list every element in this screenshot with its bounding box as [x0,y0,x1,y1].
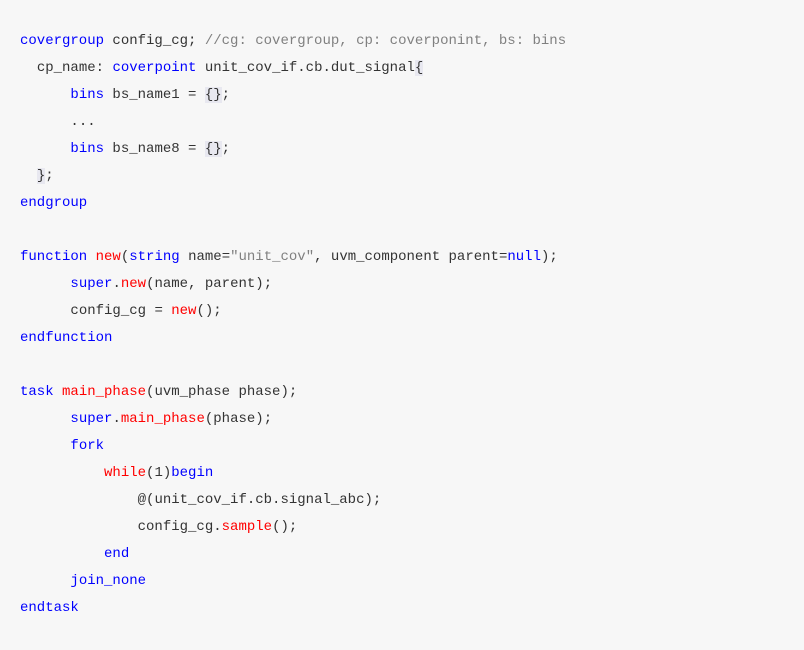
code-token: begin [171,465,213,481]
code-line: while(1)begin [20,460,784,487]
code-token: ; [549,249,557,265]
code-line: end [20,541,784,568]
code-token [163,303,171,319]
code-token: () [272,519,289,535]
code-token: ; [289,519,297,535]
code-token: sample [222,519,272,535]
code-token: name, parent [154,276,255,292]
code-token [196,87,204,103]
code-token: ( [205,411,213,427]
code-token: ; [264,276,272,292]
code-line: }; [20,163,784,190]
code-line: endfunction [20,325,784,352]
code-line: covergroup config_cg; //cg: covergroup, … [20,28,784,55]
code-token: ) [255,276,263,292]
code-token: null [507,249,541,265]
code-token: unit_cov_if.cb.dut_signal [196,60,414,76]
code-line: endgroup [20,190,784,217]
code-token [54,384,62,400]
code-token: main_phase [121,411,205,427]
code-token: cp_name [37,60,96,76]
code-token [87,249,95,265]
code-token: end [104,546,129,562]
code-line: endtask [20,595,784,622]
code-line: bins bs_name1 = {}; [20,82,784,109]
code-token: : [96,60,113,76]
code-line: config_cg = new(); [20,298,784,325]
code-line: super.main_phase(phase); [20,406,784,433]
code-token: ) [163,465,171,481]
code-line: fork [20,433,784,460]
code-token: config_cg [104,33,188,49]
code-token: ( [121,249,129,265]
code-token: () [196,303,213,319]
code-token: new [171,303,196,319]
code-token: { [415,60,423,76]
code-line: ... [20,109,784,136]
code-line: function new(string name="unit_cov", uvm… [20,244,784,271]
code-token: covergroup [20,33,104,49]
code-token: . [112,411,120,427]
code-token: super [70,276,112,292]
code-token: bs_name1 [104,87,188,103]
code-token: coverpoint [112,60,196,76]
code-token: name [180,249,222,265]
code-token: ) [280,384,288,400]
code-line [20,352,784,379]
code-token: ) [255,411,263,427]
code-line [20,217,784,244]
code-line: cp_name: coverpoint unit_cov_if.cb.dut_s… [20,55,784,82]
code-token: {} [205,87,222,103]
code-token: super [70,411,112,427]
code-token: ; [264,411,272,427]
code-line: join_none [20,568,784,595]
code-token: ; [373,492,381,508]
code-token: = [154,303,162,319]
code-line: super.new(name, parent); [20,271,784,298]
code-token: new [96,249,121,265]
code-token [196,141,204,157]
code-token: bins [70,87,104,103]
code-token: bs_name8 [104,141,188,157]
code-token: string [129,249,179,265]
code-token: } [37,168,45,184]
code-token: , uvm_component parent [314,249,499,265]
code-token: join_none [70,573,146,589]
code-token: endtask [20,600,79,616]
code-token: = [222,249,230,265]
code-token: ... [70,114,95,130]
code-block: covergroup config_cg; //cg: covergroup, … [20,28,784,622]
code-token: bins [70,141,104,157]
code-line: @(unit_cov_if.cb.signal_abc); [20,487,784,514]
code-token: ; [289,384,297,400]
code-token: "unit_cov" [230,249,314,265]
code-token: config_cg. [138,519,222,535]
code-token: ; [222,87,230,103]
code-token: ) [364,492,372,508]
code-token: ; [213,303,221,319]
code-line: task main_phase(uvm_phase phase); [20,379,784,406]
code-token: main_phase [62,384,146,400]
code-token: fork [70,438,104,454]
code-token: function [20,249,87,265]
code-token: 1 [154,465,162,481]
code-token: ; [45,168,53,184]
code-token: uvm_phase phase [154,384,280,400]
code-token: @ [138,492,146,508]
code-line: bins bs_name8 = {}; [20,136,784,163]
code-token: phase [213,411,255,427]
code-token: task [20,384,54,400]
code-token: . [112,276,120,292]
code-token [196,33,204,49]
code-line: config_cg.sample(); [20,514,784,541]
code-token: //cg: covergroup, cp: coverponint, bs: b… [205,33,566,49]
code-token: config_cg [70,303,154,319]
code-token: ; [222,141,230,157]
code-token: {} [205,141,222,157]
code-token: unit_cov_if.cb.signal_abc [154,492,364,508]
code-token: endfunction [20,330,112,346]
code-token: new [121,276,146,292]
code-token: while [104,465,146,481]
code-token: endgroup [20,195,87,211]
